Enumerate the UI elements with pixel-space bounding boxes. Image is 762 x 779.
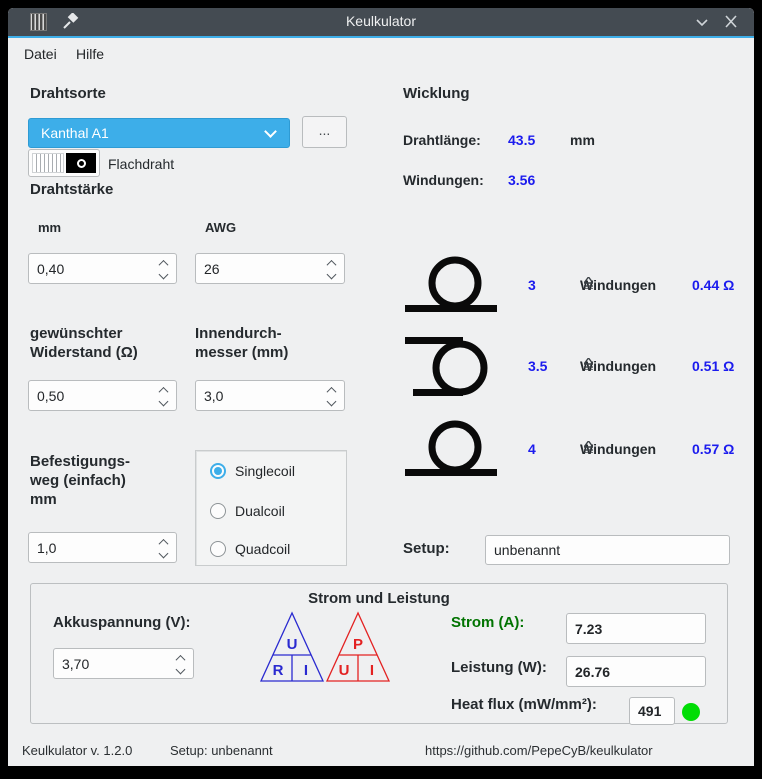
spin-buttons[interactable] bbox=[177, 655, 193, 673]
corresponds-icon bbox=[584, 441, 593, 453]
app-window: Keulkulator Datei Hilfe Drahtsorte Kanth… bbox=[8, 8, 754, 766]
voltage-spinbox[interactable]: 3,70 bbox=[53, 648, 194, 679]
section-drahtstaerke: Drahtstärke bbox=[30, 180, 113, 199]
awg-label: AWG bbox=[205, 220, 236, 235]
radio-quadcoil[interactable]: Quadcoil bbox=[210, 541, 290, 557]
chevron-down-icon bbox=[264, 125, 277, 138]
wire-awg-spinbox[interactable]: 26 bbox=[195, 253, 345, 284]
corresponds-icon bbox=[584, 277, 593, 289]
setup-label: Setup: bbox=[403, 539, 450, 558]
wire-mm-value: 0,40 bbox=[29, 261, 64, 277]
titlebar: Keulkulator bbox=[8, 8, 754, 36]
target-resistance-spinbox[interactable]: 0,50 bbox=[28, 380, 177, 411]
wire-mm-spinbox[interactable]: 0,40 bbox=[28, 253, 177, 284]
coil-type-group: Singlecoil Dualcoil Quadcoil bbox=[195, 450, 347, 566]
round-wire-icon bbox=[32, 153, 64, 173]
window-title: Keulkulator bbox=[8, 13, 754, 29]
radio-icon bbox=[210, 463, 226, 479]
voltage-label: Akkuspannung (V): bbox=[53, 614, 191, 631]
current-input[interactable] bbox=[567, 621, 705, 637]
wire-length-unit: mm bbox=[570, 132, 595, 148]
coil-option-row: 4 Windungen 0.57 Ω bbox=[405, 419, 738, 477]
radio-singlecoil[interactable]: Singlecoil bbox=[210, 463, 295, 479]
close-button[interactable] bbox=[722, 14, 740, 30]
heatflux-status-indicator bbox=[682, 703, 700, 721]
radio-icon bbox=[210, 503, 226, 519]
svg-text:P: P bbox=[353, 636, 363, 653]
svg-text:R: R bbox=[273, 662, 284, 679]
status-url: https://github.com/PepeCyB/keulkulator bbox=[425, 743, 653, 758]
wire-length-label: Drahtlänge: bbox=[403, 132, 481, 148]
coil-half-turns-icon bbox=[405, 334, 497, 400]
coil-whole-turns-icon bbox=[405, 255, 497, 313]
svg-text:U: U bbox=[287, 636, 298, 653]
power-field-wrap bbox=[566, 656, 706, 687]
menubar: Datei Hilfe bbox=[8, 38, 754, 68]
power-input[interactable] bbox=[567, 664, 705, 680]
wire-type-value: Kanthal A1 bbox=[29, 125, 266, 141]
wire-awg-value: 26 bbox=[196, 261, 220, 277]
wire-length-value: 43.5 bbox=[508, 132, 535, 148]
target-resistance-value: 0,50 bbox=[29, 388, 64, 404]
menu-hilfe[interactable]: Hilfe bbox=[72, 44, 108, 64]
radio-dualcoil[interactable]: Dualcoil bbox=[210, 503, 285, 519]
radio-icon bbox=[210, 541, 226, 557]
wire-more-button[interactable]: ... bbox=[302, 116, 347, 148]
turns-value: 3.56 bbox=[508, 172, 535, 188]
svg-text:I: I bbox=[370, 662, 374, 679]
voltage-value: 3,70 bbox=[54, 656, 89, 672]
mounting-value: 1,0 bbox=[29, 540, 56, 556]
mounting-spinbox[interactable]: 1,0 bbox=[28, 532, 177, 563]
minimize-button[interactable] bbox=[693, 14, 711, 30]
inner-diameter-spinbox[interactable]: 3,0 bbox=[195, 380, 345, 411]
coil-whole-turns-icon bbox=[405, 419, 497, 477]
statusbar: Keulkulator v. 1.2.0 Setup: unbenannt ht… bbox=[8, 735, 754, 766]
heatflux-input[interactable] bbox=[630, 703, 674, 719]
turns-label: Windungen: bbox=[403, 172, 484, 188]
ohms-law-triangles-icon: URI PUI bbox=[259, 611, 391, 683]
status-setup: Setup: unbenannt bbox=[170, 743, 273, 758]
flat-wire-icon bbox=[66, 153, 96, 173]
current-field-wrap bbox=[566, 613, 706, 644]
svg-text:I: I bbox=[304, 662, 308, 679]
section-drahtsorte: Drahtsorte bbox=[30, 84, 106, 103]
spin-buttons[interactable] bbox=[328, 260, 344, 278]
status-version: Keulkulator v. 1.2.0 bbox=[22, 743, 132, 758]
current-label: Strom (A): bbox=[451, 614, 524, 631]
spin-buttons[interactable] bbox=[160, 539, 176, 557]
svg-text:U: U bbox=[339, 662, 350, 679]
heatflux-field-wrap bbox=[629, 697, 675, 725]
spin-buttons[interactable] bbox=[160, 387, 176, 405]
spin-buttons[interactable] bbox=[160, 260, 176, 278]
target-resistance-label: gewünschter Widerstand (Ω) bbox=[30, 324, 138, 362]
power-section-title: Strom und Leistung bbox=[31, 590, 727, 607]
mm-label: mm bbox=[38, 220, 61, 235]
mounting-label: Befestigungs- weg (einfach) mm bbox=[30, 452, 130, 509]
coil-option-row: 3 Windungen 0.44 Ω bbox=[405, 255, 738, 313]
section-wicklung: Wicklung bbox=[403, 84, 470, 103]
spin-buttons[interactable] bbox=[328, 387, 344, 405]
heatflux-label: Heat flux (mW/mm²): bbox=[451, 696, 597, 713]
flat-wire-label: Flachdraht bbox=[108, 156, 174, 172]
setup-field-wrap bbox=[485, 535, 730, 565]
wire-type-dropdown[interactable]: Kanthal A1 bbox=[28, 118, 290, 148]
setup-input[interactable] bbox=[486, 542, 729, 558]
menu-datei[interactable]: Datei bbox=[20, 44, 61, 64]
flat-wire-toggle[interactable] bbox=[28, 149, 100, 177]
coil-option-row: 3.5 Windungen 0.51 Ω bbox=[405, 334, 738, 400]
power-groupbox: Strom und Leistung Akkuspannung (V): 3,7… bbox=[30, 583, 728, 724]
power-label: Leistung (W): bbox=[451, 659, 547, 676]
corresponds-icon bbox=[584, 358, 593, 370]
inner-diameter-value: 3,0 bbox=[196, 388, 223, 404]
inner-diameter-label: Innendurch- messer (mm) bbox=[195, 324, 288, 362]
